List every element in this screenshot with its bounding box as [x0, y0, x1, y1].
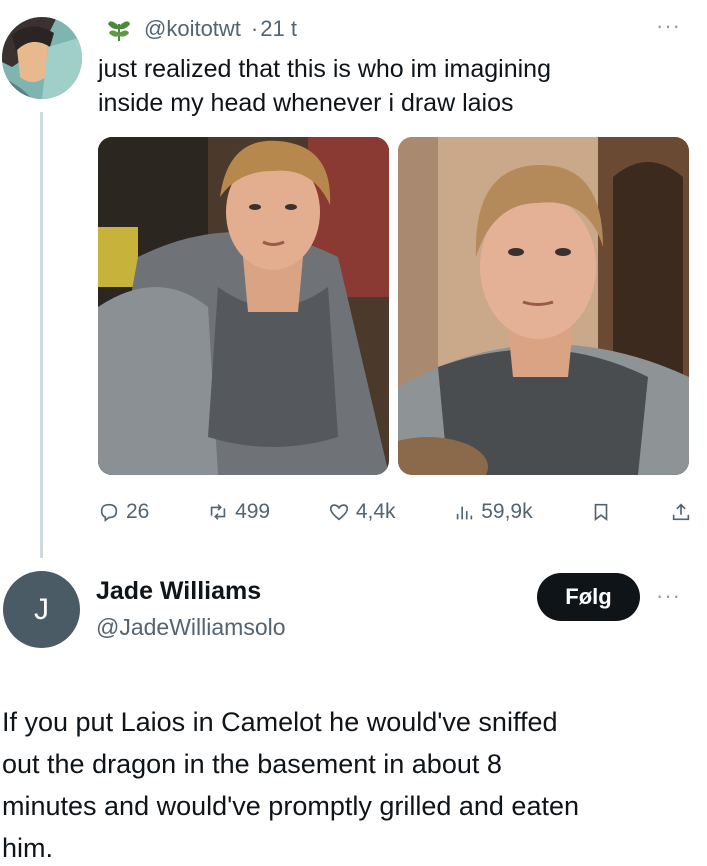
thread-connector-line — [40, 112, 43, 558]
share-icon — [672, 503, 690, 521]
views-icon — [456, 506, 473, 520]
author-avatar[interactable] — [2, 17, 82, 99]
reply-text: If you put Laios in Camelot he would've … — [2, 701, 702, 866]
reply-count: 26 — [126, 500, 150, 523]
reply-more-button[interactable]: ··· — [656, 585, 681, 607]
photo-knight-left[interactable] — [98, 137, 389, 475]
reply-icon — [100, 503, 118, 522]
tweet-actions: 26 499 4,4k 59,9k — [98, 492, 692, 532]
leaf-icon — [108, 21, 130, 41]
tweet-header: @koitotwt · 21 t — [104, 12, 297, 46]
reply-button[interactable]: 26 — [98, 500, 149, 524]
share-button[interactable] — [670, 501, 692, 523]
photo-image — [98, 137, 389, 475]
avatar-illustration — [2, 17, 82, 99]
repost-icon — [210, 504, 226, 520]
photo-image — [398, 137, 689, 475]
header-separator: · — [250, 16, 259, 41]
tweet-text-line: inside my head whenever i draw laios — [98, 89, 514, 117]
reply-text-line: minutes and would've promptly grilled an… — [2, 791, 579, 821]
reply-author-handle[interactable]: @JadeWilliamsolo — [96, 614, 286, 641]
tweet-media — [98, 137, 689, 475]
bookmark-icon — [594, 503, 608, 521]
tweet-more-button[interactable]: ··· — [656, 15, 681, 37]
tweet-text: just realized that this is who im imagin… — [98, 52, 688, 120]
reply-text-line: out the dragon in the basement in about … — [2, 749, 502, 779]
like-count: 4,4k — [355, 500, 396, 523]
repost-count: 499 — [235, 500, 271, 523]
tweet-text-line: just realized that this is who im imagin… — [98, 55, 551, 83]
views-count: 59,9k — [481, 500, 533, 523]
reply-author-avatar[interactable]: J — [3, 571, 80, 648]
follow-button[interactable]: Følg — [537, 573, 640, 621]
heart-icon — [329, 504, 348, 521]
photo-knight-right[interactable] — [398, 137, 689, 475]
views-button[interactable]: 59,9k — [453, 500, 533, 524]
like-button[interactable]: 4,4k — [328, 500, 396, 524]
tweet-time[interactable]: 21 t — [260, 16, 297, 42]
reply-text-line: If you put Laios in Camelot he would've … — [2, 707, 558, 737]
reply-author-name[interactable]: Jade Williams — [96, 577, 261, 606]
reply-text-line: him. — [2, 833, 54, 863]
repost-button[interactable]: 499 — [207, 500, 270, 524]
bookmark-button[interactable] — [590, 501, 612, 523]
author-handle[interactable]: @koitotwt — [144, 16, 241, 42]
